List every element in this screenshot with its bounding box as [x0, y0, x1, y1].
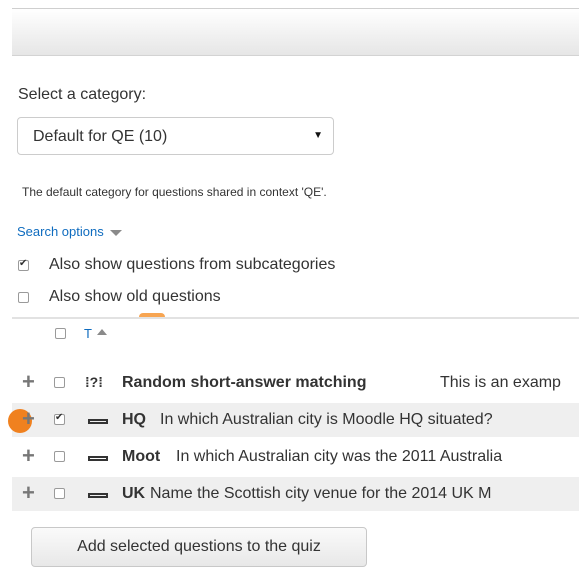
short-answer-icon: [88, 419, 108, 424]
add-selected-questions-button[interactable]: Add selected questions to the quiz: [31, 527, 367, 567]
add-to-quiz-icon[interactable]: +: [22, 482, 35, 504]
question-text: In which Australian city is Moodle HQ si…: [160, 411, 493, 428]
question-name: Moot: [122, 448, 161, 465]
short-answer-icon: [88, 456, 108, 461]
add-to-quiz-icon[interactable]: +: [22, 445, 35, 467]
question-text: This is an examp: [440, 374, 561, 391]
add-to-quiz-icon[interactable]: +: [22, 408, 35, 430]
question-name: HQ: [122, 411, 146, 428]
row-checkbox[interactable]: [54, 412, 65, 425]
short-answer-icon: [88, 493, 108, 498]
add-to-quiz-icon[interactable]: +: [22, 371, 35, 393]
table-row[interactable]: + Moot In which Australian city was the …: [12, 440, 579, 474]
row-checkbox[interactable]: [54, 377, 65, 388]
question-name: UK: [122, 485, 146, 502]
table-row[interactable]: + HQ In which Australian city is Moodle …: [8, 403, 579, 437]
row-checkbox[interactable]: [54, 451, 65, 462]
question-name: Random short-answer matching: [122, 374, 367, 391]
table-row[interactable]: + UK Name the Scottish city venue for th…: [12, 477, 579, 511]
random-short-answer-icon: ⁞?⁞: [85, 374, 103, 390]
question-text: Name the Scottish city venue for the 201…: [150, 485, 492, 502]
row-checkbox[interactable]: [54, 488, 65, 499]
table-row[interactable]: + ⁞?⁞ Random short-answer matching This …: [12, 366, 579, 400]
question-text: In which Australian city was the 2011 Au…: [176, 448, 503, 465]
question-list: + ⁞?⁞ Random short-answer matching This …: [0, 0, 579, 569]
